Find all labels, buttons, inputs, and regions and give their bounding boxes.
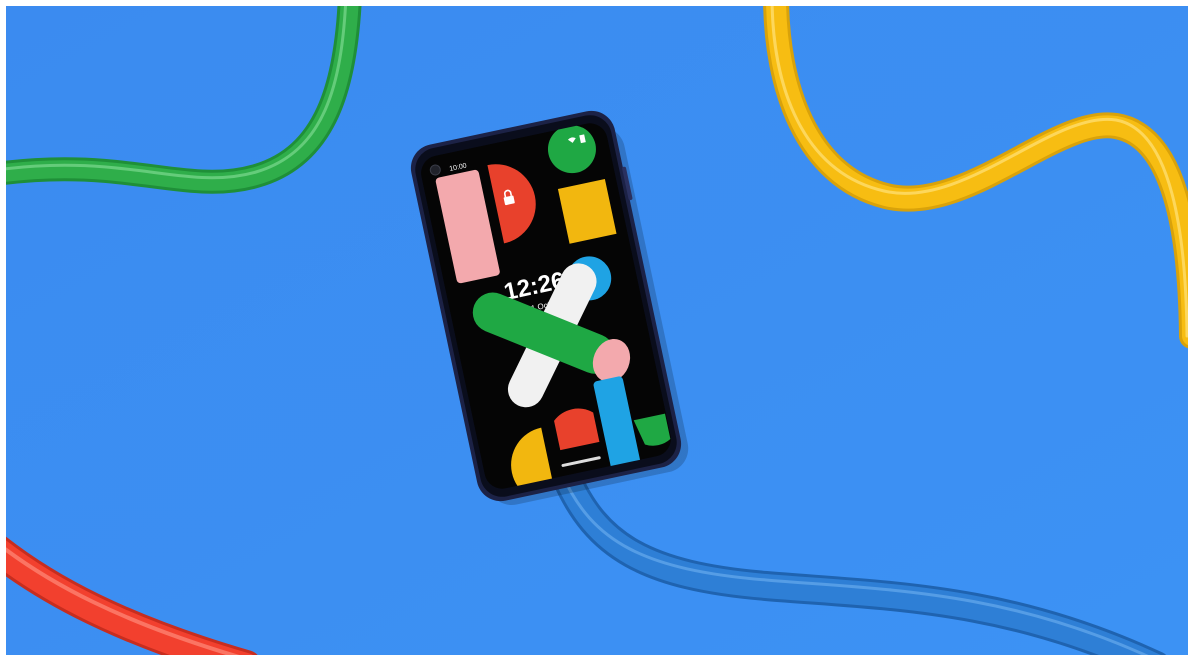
photo-scene: 10:00 12:26 Sat, 31 Oct	[6, 6, 1188, 655]
scene-canvas: 10:00 12:26 Sat, 31 Oct	[6, 6, 1188, 655]
